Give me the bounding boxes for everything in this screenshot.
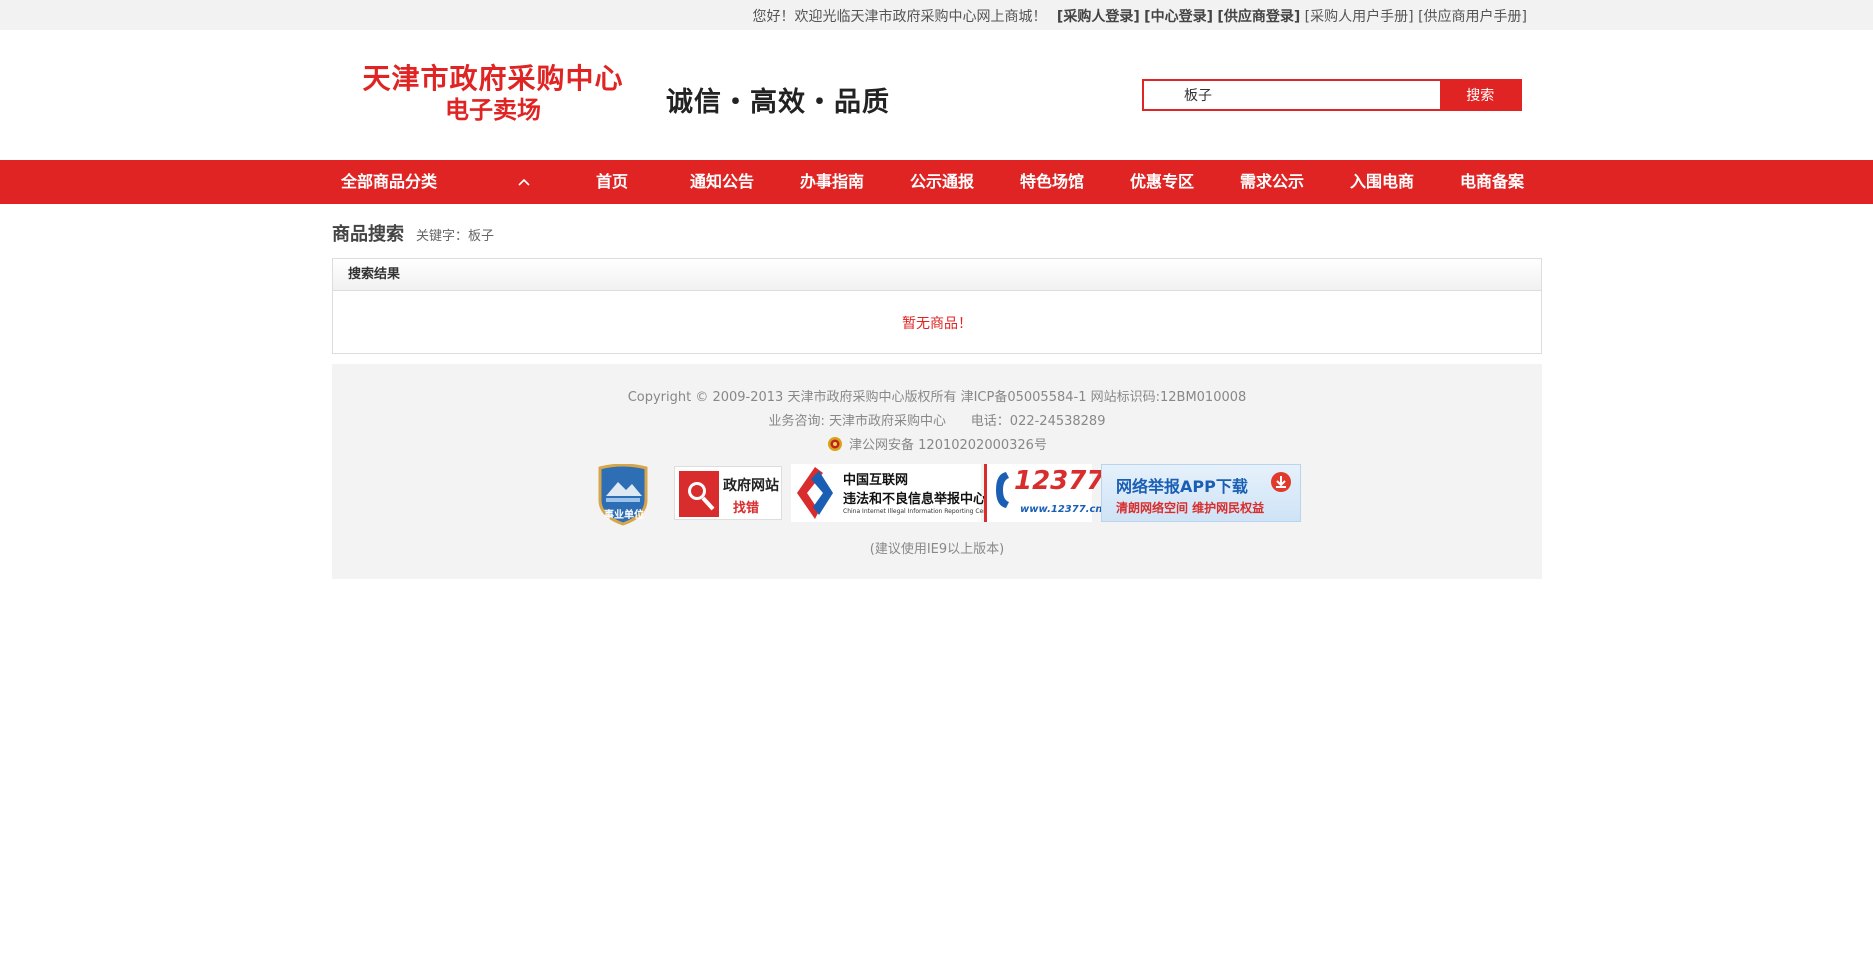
nav-item-demands[interactable]: 需求公示 [1217, 160, 1327, 204]
shield-label: 事业单位 [604, 510, 644, 521]
findbug-title: 政府网站 [723, 478, 779, 494]
top-bar: 您好！欢迎光临天津市政府采购中心网上商城！ [采购人登录] [中心登录] [供应… [0, 0, 1873, 30]
contact-text: 业务咨询: 天津市政府采购中心 电话：022-24538289 [768, 414, 1106, 429]
illegal-title: 中国互联网 [843, 473, 909, 488]
footer: Copyright © 2009-2013 天津市政府采购中心版权所有 津ICP… [332, 364, 1542, 579]
results-header: 搜索结果 [333, 259, 1541, 291]
supplier-manual-link[interactable]: [供应商用户手册] [1418, 9, 1527, 25]
top-links: 您好！欢迎光临天津市政府采购中心网上商城！ [采购人登录] [中心登录] [供应… [752, 6, 1527, 26]
n12377-url: www.12377.cn [1020, 504, 1103, 515]
phone-icon [996, 472, 1009, 508]
search-button[interactable]: 搜索 [1440, 79, 1520, 111]
search-bar: 搜索 [1142, 79, 1522, 111]
nav-item-announcements[interactable]: 公示通报 [887, 160, 997, 204]
browser-note: (建议使用IE9以上版本) [869, 542, 1005, 557]
welcome-text: 您好！欢迎光临天津市政府采购中心网上商城！ [752, 9, 1047, 25]
nav-item-guide[interactable]: 办事指南 [777, 160, 887, 204]
copyright-text: Copyright © 2009-2013 天津市政府采购中心版权所有 津ICP… [627, 390, 1247, 405]
logo-subtitle: 电子卖场 [445, 95, 541, 124]
report-center-logo-icon [797, 467, 833, 519]
nav-item-shortlisted[interactable]: 入围电商 [1327, 160, 1437, 204]
nav-item-discounts[interactable]: 优惠专区 [1107, 160, 1217, 204]
public-institution-badge[interactable]: 事业单位 [596, 463, 650, 526]
illegal-info-report-badge[interactable]: 中国互联网 违法和不良信息举报中心 China Internet Illegal… [791, 464, 996, 522]
supplier-login-link[interactable]: [供应商登录] [1217, 9, 1300, 25]
app-title: 网络举报APP下载 [1116, 477, 1248, 496]
magnifier-icon [679, 471, 719, 517]
police-record-text: 津公网安备 12010202000326号 [849, 438, 1047, 453]
police-record[interactable]: 津公网安备 12010202000326号 [332, 434, 1542, 453]
site-logo[interactable]: 天津市政府采购中心 电子卖场 [352, 62, 634, 124]
app-subtitle: 清朗网络空间 维护网民权益 [1116, 501, 1265, 515]
search-input[interactable] [1144, 81, 1441, 109]
breadcrumb: 商品搜索 关键字：板子 [332, 220, 494, 246]
logo-title: 天津市政府采购中心 [362, 62, 624, 95]
report-app-download-badge[interactable]: 网络举报APP下载 清朗网络空间 维护网民权益 [1101, 464, 1301, 522]
police-badge-icon [828, 437, 843, 451]
search-keyword: 关键字：板子 [416, 229, 495, 244]
buyer-manual-link[interactable]: [采购人用户手册] [1305, 9, 1414, 25]
illegal-english: China Internet Illegal Information Repor… [843, 508, 996, 515]
nav-items: 首页 通知公告 办事指南 公示通报 特色场馆 优惠专区 需求公示 入围电商 电商… [557, 160, 1547, 204]
download-icon [1271, 472, 1291, 492]
nav-item-notices[interactable]: 通知公告 [667, 160, 777, 204]
center-login-link[interactable]: [中心登录] [1144, 9, 1213, 25]
buyer-login-link[interactable]: [采购人登录] [1057, 9, 1140, 25]
all-categories-button[interactable]: 全部商品分类 [341, 160, 437, 204]
report-12377-badge[interactable]: 12377 www.12377.cn [984, 464, 1104, 522]
nav-item-registration[interactable]: 电商备案 [1437, 160, 1547, 204]
page-title: 商品搜索 [332, 224, 404, 245]
slogan: 诚信・高效・品质 [666, 87, 890, 118]
findbug-subtitle: 找错 [733, 501, 760, 516]
empty-message: 暂无商品！ [902, 316, 972, 332]
gov-site-error-report-badge[interactable]: 政府网站 找错 [674, 466, 782, 520]
nav-item-home[interactable]: 首页 [557, 160, 667, 204]
illegal-subtitle: 违法和不良信息举报中心 [843, 492, 987, 507]
n12377-number: 12377 [1014, 466, 1105, 496]
main-nav: 全部商品分类 首页 通知公告 办事指南 公示通报 特色场馆 优惠专区 需求公示 … [0, 160, 1873, 204]
search-results-panel: 搜索结果 暂无商品！ [332, 258, 1542, 354]
nav-item-featured[interactable]: 特色场馆 [997, 160, 1107, 204]
chevron-up-icon[interactable] [516, 174, 532, 190]
